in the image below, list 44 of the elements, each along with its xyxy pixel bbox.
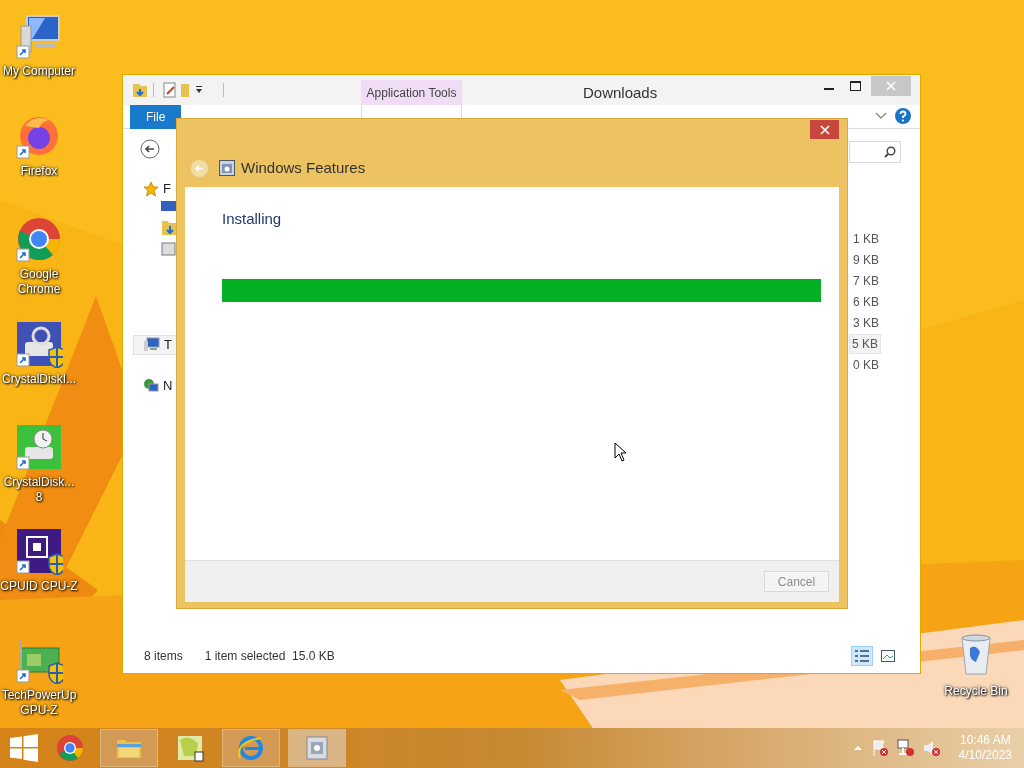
chrome-icon[interactable] [56,734,84,762]
file-size-cell[interactable]: 5 KB [849,334,881,354]
cancel-button: Cancel [764,571,829,592]
computer-icon [144,337,160,353]
desktop-icon-label[interactable]: CPUID CPU-Z [0,579,78,594]
folder-icons-drawing [161,199,177,257]
network-icon [143,378,159,394]
file-size-cell[interactable]: 6 KB [849,292,881,312]
dialog-title: Windows Features [241,158,366,178]
ribbon-tab[interactable]: File [130,105,182,129]
image-viewer-icon[interactable] [176,734,204,762]
desktop-shortcut-icon[interactable] [15,527,63,575]
window-app-icon [219,160,235,177]
nav-item[interactable]: N [133,376,193,396]
quick-access-toolbar-icon[interactable] [131,81,227,99]
file-size-cell[interactable]: 9 KB [849,250,881,270]
file-size-cell[interactable]: 3 KB [849,313,881,333]
flag-icon[interactable] [870,739,889,757]
status-heading: Installing [222,209,283,229]
desktop-shortcut-icon[interactable] [15,320,63,368]
status-text: 8 items [144,648,183,665]
speaker-muted-icon[interactable] [922,739,941,757]
star-icon [143,181,159,197]
contextual-tab-label: Application Tools [361,80,462,105]
status-text: 1 item selected 15.0 KB [204,648,335,665]
help-icon[interactable] [895,108,911,124]
network-icon[interactable] [896,739,915,757]
window-app-icon[interactable] [303,734,331,762]
desktop-shortcut-icon[interactable] [15,12,63,60]
file-size-cell[interactable]: 1 KB [849,229,881,249]
desktop-icon-label[interactable]: CrystalDisk... 8 [3,475,75,505]
chevron-down-icon[interactable] [875,112,887,120]
window-title: Downloads [583,83,658,103]
back-icon[interactable] [140,139,160,159]
search-icon[interactable] [884,146,896,158]
close-icon[interactable] [819,124,830,135]
file-size-cell[interactable]: 0 KB [849,355,881,375]
close-button[interactable] [810,120,839,139]
cursor-icon [614,442,627,462]
maximize-icon[interactable] [850,81,861,91]
file-size-cell[interactable]: 7 KB [849,271,881,291]
details-view-button[interactable] [851,646,873,666]
search-field[interactable] [849,141,901,163]
start-icon[interactable] [10,734,38,762]
